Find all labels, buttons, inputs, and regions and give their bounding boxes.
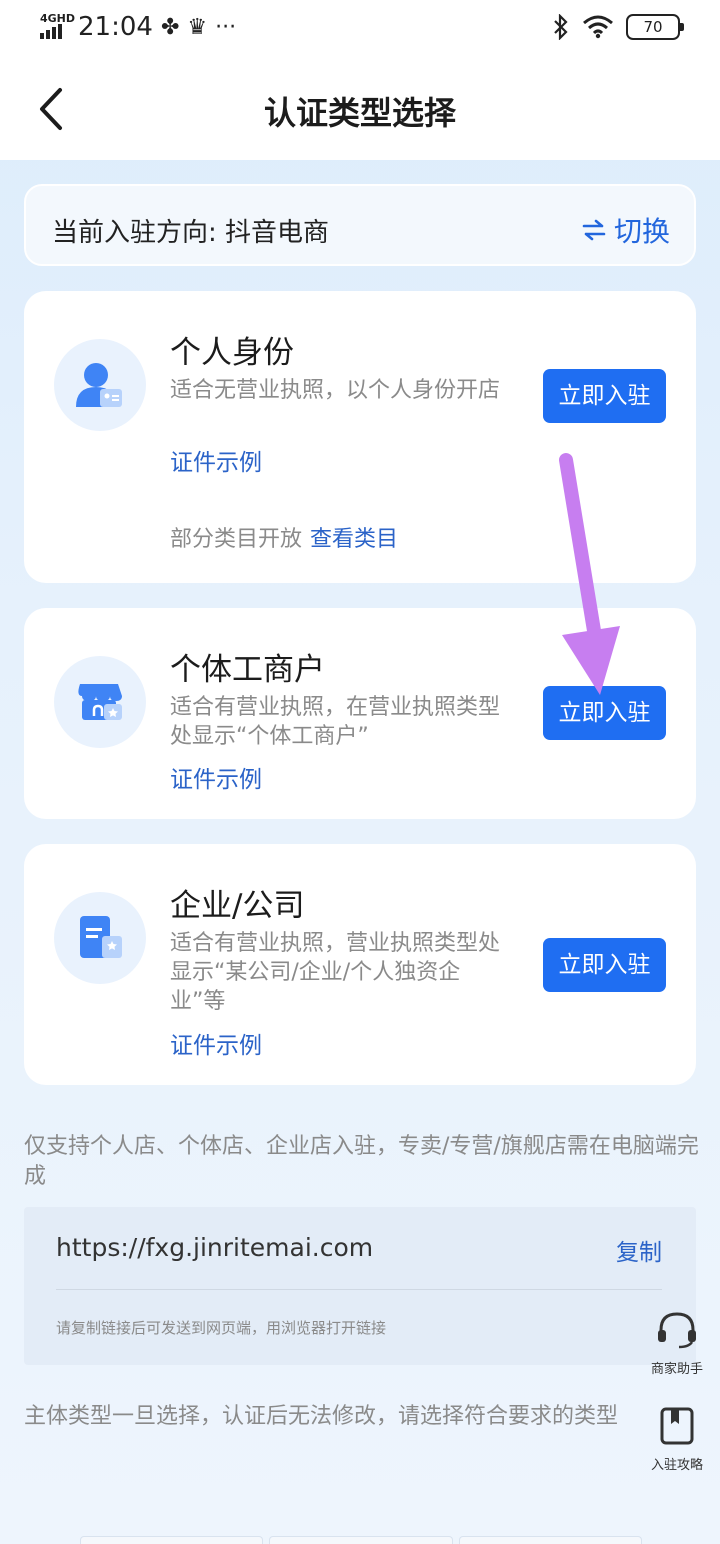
- battery-icon: 70: [626, 14, 684, 40]
- bottom-partial-tabs: [80, 1536, 642, 1544]
- view-category-link[interactable]: 查看类目: [310, 527, 398, 552]
- copy-button[interactable]: 复制: [616, 1233, 662, 1267]
- certificate-example-link[interactable]: 证件示例: [170, 760, 262, 794]
- swap-arrows-icon: [582, 219, 606, 241]
- company-doc-icon: [54, 892, 146, 984]
- switch-button[interactable]: 切换: [582, 210, 670, 250]
- status-bar: 4GHD 21:04 ✤ ♛ ··· 70: [0, 0, 720, 58]
- bluetooth-icon: [554, 14, 568, 40]
- partial-tab: [80, 1536, 264, 1544]
- enter-now-button[interactable]: 立即入驻: [543, 369, 666, 423]
- category-note-text: 部分类目开放: [170, 527, 303, 552]
- certificate-example-link[interactable]: 证件示例: [170, 1026, 262, 1060]
- card-title: 个人身份: [170, 335, 294, 371]
- guide-book-icon: [660, 1407, 694, 1445]
- headset-icon: [658, 1312, 696, 1349]
- more-icon: ···: [215, 14, 237, 40]
- partial-tab: [458, 1536, 642, 1544]
- crown-icon: ♛: [187, 14, 208, 40]
- enter-now-button[interactable]: 立即入驻: [543, 938, 666, 992]
- signal-icon: 4GHD: [40, 13, 75, 41]
- partial-tab: [269, 1536, 453, 1544]
- shop-icon: [54, 656, 146, 748]
- copy-tip: 请复制链接后可发送到网页端，用浏览器打开链接: [56, 1319, 387, 1337]
- merchant-assistant-button[interactable]: 商家助手: [643, 1310, 711, 1377]
- status-right: 70: [552, 14, 684, 40]
- entry-direction-text: 当前入驻方向: 抖音电商: [52, 218, 330, 248]
- network-type: 4GHD: [40, 12, 76, 25]
- wifi-icon: [583, 15, 613, 39]
- merchant-assistant-label: 商家助手: [650, 1362, 703, 1377]
- entry-guide-button[interactable]: 入驻攻略: [643, 1406, 711, 1473]
- card-description: 适合有营业执照，营业执照类型处显示“某公司/企业/个人独资企业”等: [170, 931, 501, 1014]
- card-description: 适合无营业执照，以个人身份开店: [170, 378, 501, 403]
- card-company: 企业/公司 适合有营业执照，营业执照类型处显示“某公司/企业/个人独资企业”等 …: [24, 844, 696, 1085]
- certificate-example-link[interactable]: 证件示例: [170, 443, 262, 477]
- category-note: 部分类目开放 查看类目: [170, 521, 398, 553]
- clock: 21:04: [78, 12, 153, 42]
- url-text: https://fxg.jinritemai.com: [56, 1233, 374, 1262]
- divider: [56, 1289, 662, 1290]
- type-warning-note: 主体类型一旦选择，认证后无法修改，请选择符合要求的类型: [24, 1404, 619, 1429]
- card-title: 企业/公司: [170, 888, 305, 924]
- page-title: 认证类型选择: [263, 94, 456, 132]
- card-title: 个体工商户: [170, 652, 325, 688]
- person-id-icon: [54, 339, 146, 431]
- entry-direction-bar: 当前入驻方向: 抖音电商 切换: [24, 184, 696, 266]
- link-box: https://fxg.jinritemai.com 复制 请复制链接后可发送到…: [24, 1207, 696, 1365]
- entry-guide-label: 入驻攻略: [650, 1458, 703, 1473]
- status-left: 4GHD 21:04 ✤ ♛ ···: [40, 12, 236, 42]
- pc-only-notice: 仅支持个人店、个体店、企业店入驻，专卖/专营/旗舰店需在电脑端完成: [24, 1134, 699, 1189]
- nav-bar: 认证类型选择: [0, 58, 720, 160]
- annotation-arrow: [559, 453, 620, 695]
- switch-label: 切换: [613, 215, 670, 248]
- fan-icon: ✤: [160, 14, 180, 40]
- card-description: 适合有营业执照，在营业执照类型处显示“个体工商户”: [170, 695, 501, 749]
